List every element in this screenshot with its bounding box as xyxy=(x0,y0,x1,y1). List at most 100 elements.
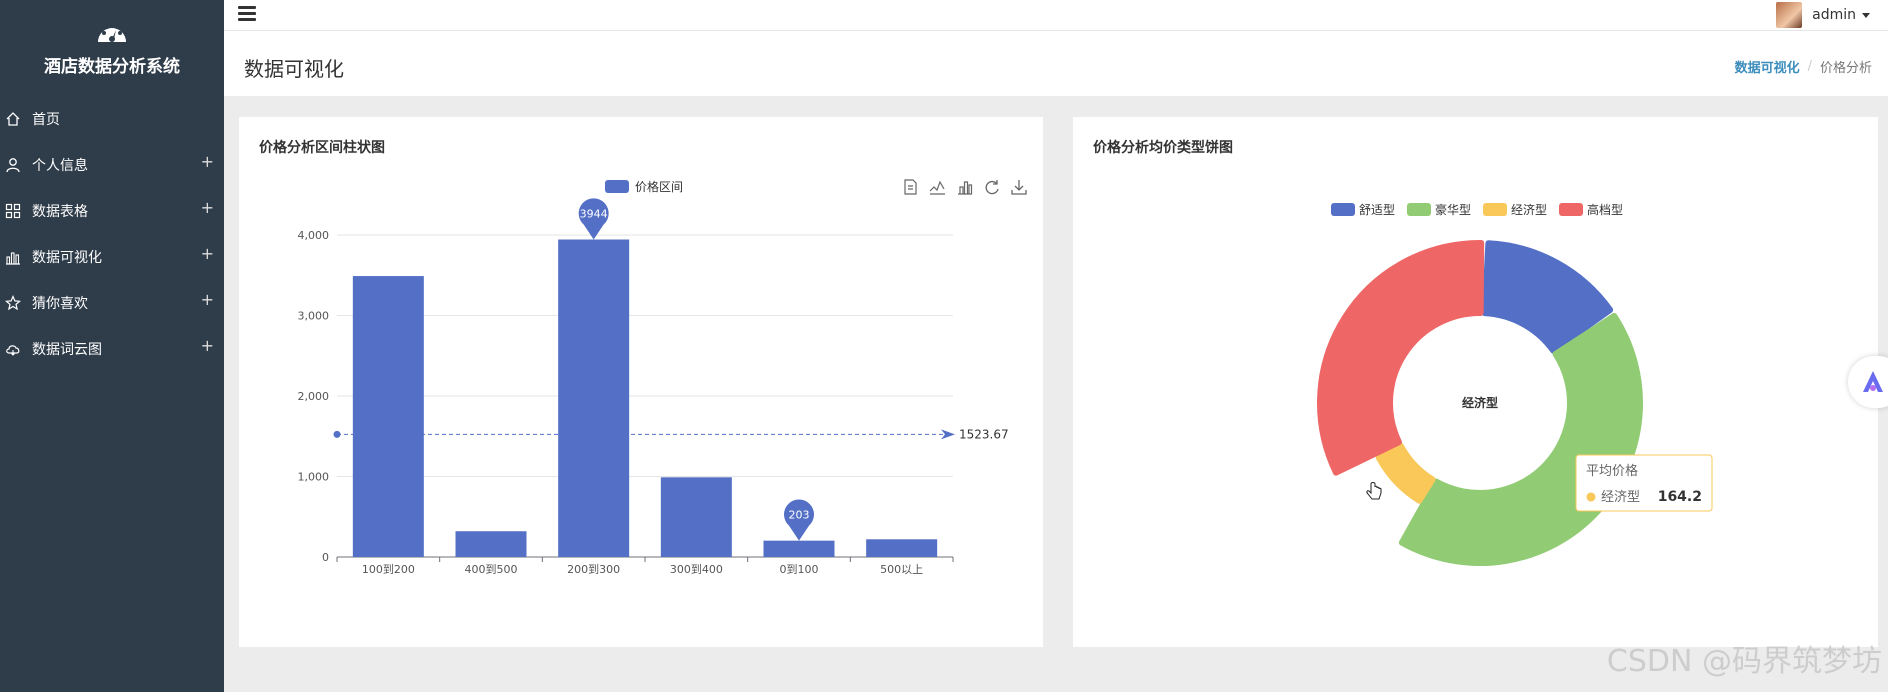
chart-toolbox xyxy=(904,179,1027,195)
pie-slice[interactable] xyxy=(1398,312,1643,566)
sidebar-item-label: 数据词云图 xyxy=(32,342,102,358)
avatar xyxy=(1776,2,1803,28)
sidebar: 酒店数据分析系统 首页 个人信息 + 数据表格 + 数据可视化 + 猜你喜欢 + xyxy=(0,0,224,692)
bar[interactable] xyxy=(763,540,835,557)
mark-line-label: 1523.67 xyxy=(959,427,1009,441)
data-view-icon[interactable] xyxy=(904,179,917,195)
user-menu[interactable]: admin xyxy=(1776,2,1870,28)
sidebar-item-home[interactable]: 首页 xyxy=(0,96,224,142)
data-view-glyph xyxy=(904,179,917,195)
restore-glyph xyxy=(985,180,999,195)
user-name: admin xyxy=(1812,7,1856,23)
breadcrumb-link[interactable]: 数据可视化 xyxy=(1735,57,1800,76)
y-tick-label: 2,000 xyxy=(298,390,330,403)
y-tick-label: 1,000 xyxy=(298,471,330,484)
pie-center-label: 经济型 xyxy=(1462,395,1498,410)
bar-chart-card: 价格分析区间柱状图 价格区间 0 1,000 2,000 3,000 4,000 100到2… xyxy=(239,117,1043,647)
y-tick-label: 0 xyxy=(322,551,329,564)
sidebar-item-label: 首页 xyxy=(32,112,60,128)
mark-line-arrow xyxy=(941,429,955,440)
breadcrumb: 数据可视化 / 价格分析 xyxy=(1735,57,1872,76)
x-tick-label: 400到500 xyxy=(465,563,518,576)
sidebar-item-visualization[interactable]: 数据可视化 + xyxy=(0,234,224,280)
user-icon xyxy=(4,156,22,174)
expand-plus-icon[interactable]: + xyxy=(201,290,214,309)
bar[interactable] xyxy=(660,477,732,557)
line-glyph xyxy=(929,180,945,195)
x-tick-label: 500以上 xyxy=(880,563,923,576)
sidebar-item-label: 数据表格 xyxy=(32,204,88,220)
home-icon xyxy=(4,110,22,128)
dashboard-gauge-icon xyxy=(98,23,126,42)
sidebar-item-label: 数据可视化 xyxy=(32,250,102,266)
caret-down-icon xyxy=(1862,12,1870,18)
legend-label: 舒适型 xyxy=(1359,203,1395,217)
mark-point-label: 203 xyxy=(789,509,810,522)
mark-line-start xyxy=(333,430,341,438)
expand-plus-icon[interactable]: + xyxy=(201,198,214,217)
x-tick-label: 300到400 xyxy=(670,563,723,576)
legend-swatch[interactable] xyxy=(1407,203,1431,216)
sidebar-item-wordcloud[interactable]: 数据词云图 + xyxy=(0,326,224,372)
menu-toggle-icon[interactable] xyxy=(238,6,256,22)
pie-slice[interactable] xyxy=(1375,442,1436,504)
legend-label: 经济型 xyxy=(1511,202,1547,217)
breadcrumb-current: 价格分析 xyxy=(1819,61,1872,76)
breadcrumb-separator: / xyxy=(1807,59,1812,74)
x-tick-label: 200到300 xyxy=(567,563,620,576)
sidebar-nav: 首页 个人信息 + 数据表格 + 数据可视化 + 猜你喜欢 + 数据词云图 + xyxy=(0,96,224,372)
legend-swatch[interactable] xyxy=(1483,203,1507,216)
pie-chart: 舒适型 豪华型 经济型 高档型经济型平均价格经济型 164.2 xyxy=(1317,202,1713,566)
cloud-icon xyxy=(4,340,22,358)
line-chart-icon[interactable] xyxy=(929,180,945,195)
sidebar-item-profile[interactable]: 个人信息 + xyxy=(0,142,224,188)
tooltip-title: 平均价格 xyxy=(1586,463,1638,479)
bar-chart-icon xyxy=(4,248,22,266)
sidebar-item-recommend[interactable]: 猜你喜欢 + xyxy=(0,280,224,326)
sidebar-item-data-table[interactable]: 数据表格 + xyxy=(0,188,224,234)
restore-icon[interactable] xyxy=(985,180,999,195)
bar[interactable] xyxy=(866,539,938,557)
tooltip-value: 164.2 xyxy=(1658,489,1702,505)
bar-chart-icon[interactable] xyxy=(958,181,973,195)
expand-plus-icon[interactable]: + xyxy=(201,244,214,263)
x-tick-label: 100到200 xyxy=(362,563,415,576)
bar[interactable] xyxy=(455,531,527,557)
page-title: 数据可视化 xyxy=(244,57,344,81)
legend-label: 价格区间 xyxy=(635,179,683,194)
legend-swatch[interactable] xyxy=(605,180,629,193)
pie-chart-card: 价格分析均价类型饼图 舒适型 豪华型 经济型 高档型 经济型 平均价格 经济型 164.2 xyxy=(1073,117,1878,647)
grid-icon xyxy=(4,202,22,220)
y-tick-label: 3,000 xyxy=(298,310,330,323)
legend-label: 高档型 xyxy=(1587,202,1623,217)
pie-tooltip: 平均价格经济型 164.2 xyxy=(1575,454,1713,512)
legend-swatch[interactable] xyxy=(1559,203,1583,216)
topbar: admin xyxy=(224,0,1888,30)
download-icon[interactable] xyxy=(1011,180,1027,195)
app-title: 酒店数据分析系统 xyxy=(44,57,180,77)
x-tick-label: 0到100 xyxy=(780,563,819,576)
hand-cursor-shape xyxy=(1366,482,1382,500)
page-header: 数据可视化 数据可视化 / 价格分析 xyxy=(224,30,1888,96)
mark-point-label: 3944 xyxy=(580,208,608,221)
y-tick-label: 4,000 xyxy=(298,229,330,242)
bar[interactable] xyxy=(352,276,424,557)
download-glyph xyxy=(1011,180,1027,195)
watermark: CSDN @码界筑梦坊 xyxy=(1606,644,1882,679)
legend-swatch[interactable] xyxy=(1331,203,1355,216)
sidebar-item-label: 猜你喜欢 xyxy=(32,296,88,312)
sidebar-item-label: 个人信息 xyxy=(32,158,88,174)
assistant-icon xyxy=(1863,371,1883,392)
tooltip-marker xyxy=(1586,492,1596,502)
expand-plus-icon[interactable]: + xyxy=(201,336,214,355)
legend-label: 豪华型 xyxy=(1435,202,1471,217)
bar[interactable] xyxy=(558,239,630,557)
bar-chart: 价格区间 0 1,000 2,000 3,000 4,000 100到200 400到500 2… xyxy=(298,179,1027,576)
brand: 酒店数据分析系统 xyxy=(0,0,224,96)
star-icon xyxy=(4,294,22,312)
tooltip-series-name: 经济型 xyxy=(1601,490,1640,505)
hand-cursor-icon xyxy=(1366,482,1382,500)
pie-slice[interactable] xyxy=(1317,240,1485,476)
bar-glyph xyxy=(958,181,973,195)
expand-plus-icon[interactable]: + xyxy=(201,152,214,171)
